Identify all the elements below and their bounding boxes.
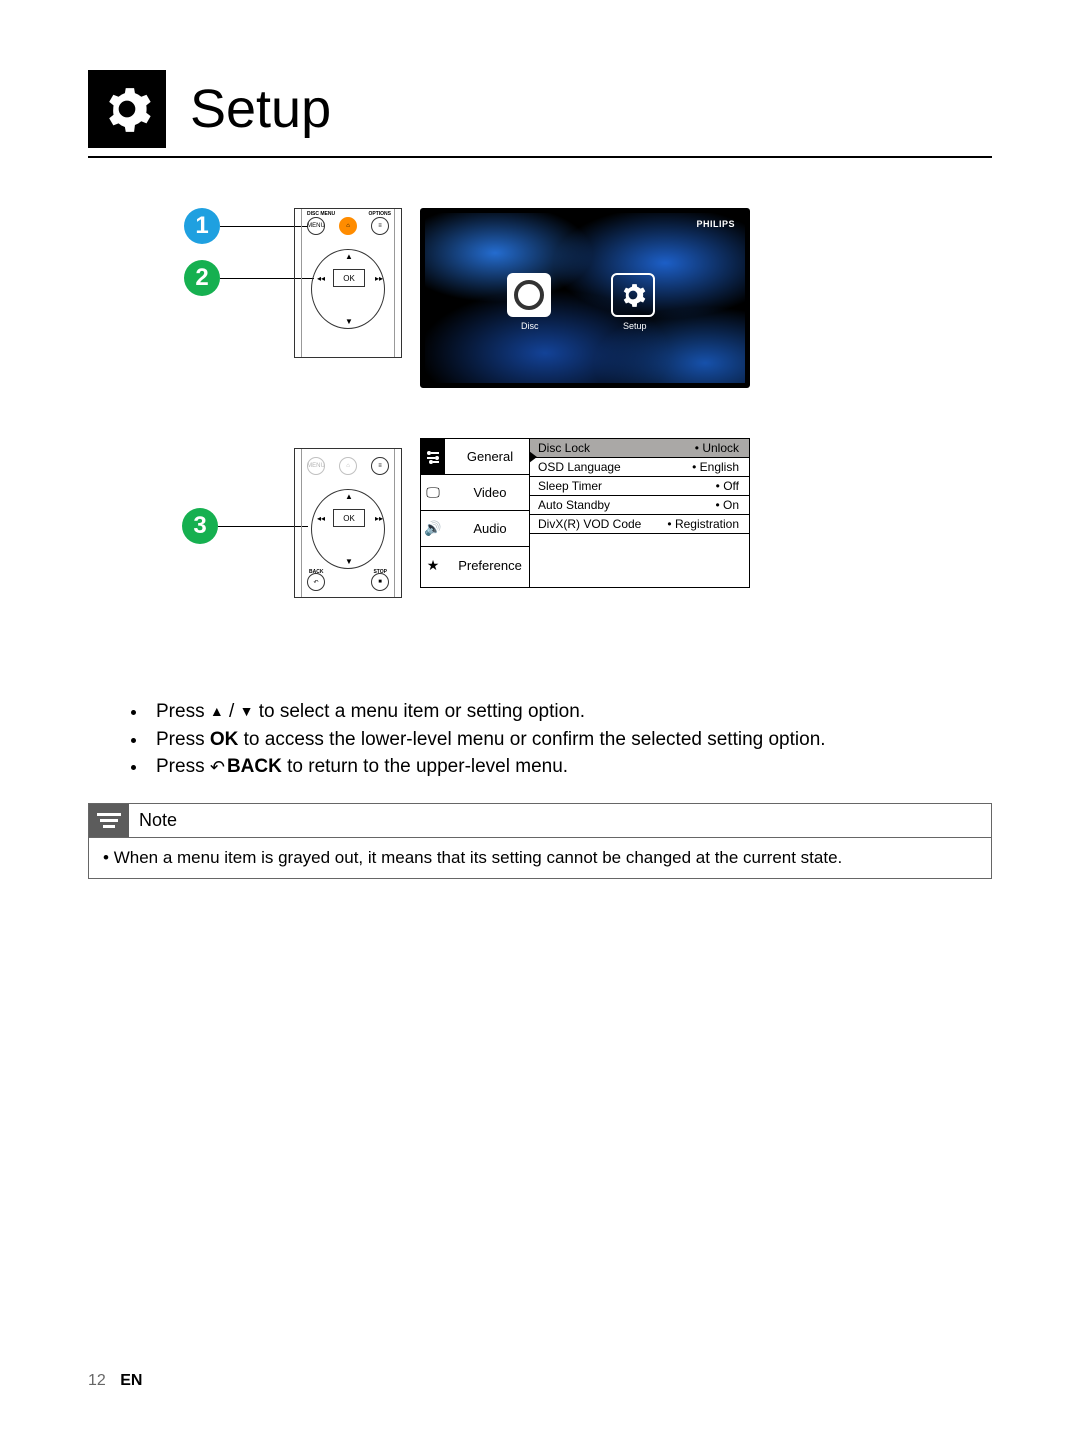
list-icon: ≡ (371, 457, 389, 475)
setup-gear-icon (611, 273, 655, 317)
sliders-icon (421, 439, 445, 475)
settings-list: Disc Lock Unlock OSD Language English Sl… (529, 439, 749, 587)
callout-1: 1 (184, 208, 220, 244)
tab-label: Preference (445, 558, 529, 573)
note-text: When a menu item is grayed out, it means… (114, 848, 843, 867)
setting-value: Unlock (695, 441, 739, 455)
instruction-item: Press OK to access the lower-level menu … (148, 726, 992, 754)
brand-label: PHILIPS (696, 219, 735, 229)
tab-label: General (445, 449, 529, 464)
setting-key: Disc Lock (538, 441, 590, 455)
setting-value: Registration (667, 517, 739, 531)
arrow-up-icon: ▲ (210, 704, 224, 718)
tab-video: 🖵 Video (421, 475, 529, 511)
settings-panel: General 🖵 Video 🔊 Audio ★ Preference Dis… (420, 438, 750, 588)
note-body: • When a menu item is grayed out, it mea… (89, 837, 991, 878)
home-icon: ⌂ (339, 457, 357, 475)
next-icon: ▸▸ (375, 514, 383, 523)
setting-row: Disc Lock Unlock (530, 439, 749, 458)
page-title: Setup (190, 78, 331, 140)
language-code: EN (120, 1372, 142, 1389)
callout-3: 3 (182, 508, 218, 544)
callout-2: 2 (184, 260, 220, 296)
monitor-icon: 🖵 (421, 475, 445, 511)
home-icon: ⌂ (339, 217, 357, 235)
remote-ok-button: OK (333, 509, 365, 527)
tab-audio: 🔊 Audio (421, 511, 529, 547)
back-icon: ↶ (307, 573, 325, 591)
tv-disc-label: Disc (521, 321, 539, 331)
setting-value: On (715, 498, 739, 512)
setting-value: Off (716, 479, 739, 493)
text: Press (156, 701, 210, 722)
ok-label: OK (210, 729, 239, 750)
setting-value: English (692, 460, 739, 474)
remote-menu-button: MENU (307, 217, 325, 235)
back-icon: ↶ (210, 754, 225, 780)
gear-icon (88, 70, 166, 148)
text: / (224, 701, 240, 722)
instruction-item: Press ↶BACK to return to the upper-level… (148, 753, 992, 781)
tab-preference: ★ Preference (421, 547, 529, 583)
page-header: Setup (88, 70, 992, 158)
setting-row: DivX(R) VOD Code Registration (530, 515, 749, 534)
setting-row: Sleep Timer Off (530, 477, 749, 496)
instruction-list: Press ▲ / ▼ to select a menu item or set… (88, 698, 992, 781)
text: to return to the upper-level menu. (282, 756, 568, 777)
remote-ok-button: OK (333, 269, 365, 287)
text: to access the lower-level menu or confir… (238, 729, 825, 750)
tab-general: General (421, 439, 529, 475)
remote-menu-button: MENU (307, 457, 325, 475)
figure-area: 1 2 3 DISC MENU OPTIONS MENU ⌂ ≡ OK ▲ ▼ … (88, 208, 992, 628)
stop-icon: ■ (371, 573, 389, 591)
settings-tabs: General 🖵 Video 🔊 Audio ★ Preference (421, 439, 529, 587)
disc-icon (507, 273, 551, 317)
tv-setup-label: Setup (623, 321, 647, 331)
page-footer: 12 EN (88, 1372, 142, 1390)
prev-icon: ◂◂ (317, 514, 325, 523)
note-title: Note (129, 810, 177, 831)
note-icon (89, 804, 129, 837)
back-label: BACK (227, 756, 282, 777)
list-icon: ≡ (371, 217, 389, 235)
prev-icon: ◂◂ (317, 274, 325, 283)
arrow-up-icon: ▲ (345, 492, 353, 501)
setting-key: Auto Standby (538, 498, 610, 512)
note-box: Note • When a menu item is grayed out, i… (88, 803, 992, 879)
arrow-down-icon: ▼ (345, 317, 353, 326)
page-number: 12 (88, 1372, 106, 1389)
speaker-icon: 🔊 (421, 511, 445, 547)
arrow-up-icon: ▲ (345, 252, 353, 261)
setting-row: OSD Language English (530, 458, 749, 477)
arrow-down-icon: ▼ (240, 704, 254, 718)
text: Press (156, 729, 210, 750)
tab-label: Video (445, 485, 529, 500)
remote-illustration-bottom: MENU ⌂ ≡ OK ▲ ▼ ◂◂ ▸▸ BACK STOP ↶ ■ (294, 448, 402, 598)
text: to select a menu item or setting option. (253, 701, 585, 722)
arrow-down-icon: ▼ (345, 557, 353, 566)
setting-row: Auto Standby On (530, 496, 749, 515)
setting-key: DivX(R) VOD Code (538, 517, 641, 531)
tv-home-screen: PHILIPS Disc Setup (420, 208, 750, 388)
next-icon: ▸▸ (375, 274, 383, 283)
tab-label: Audio (445, 521, 529, 536)
setting-key: OSD Language (538, 460, 621, 474)
remote-illustration-top: DISC MENU OPTIONS MENU ⌂ ≡ OK ▲ ▼ ◂◂ ▸▸ (294, 208, 402, 358)
instruction-item: Press ▲ / ▼ to select a menu item or set… (148, 698, 992, 726)
star-icon: ★ (421, 547, 445, 583)
setting-key: Sleep Timer (538, 479, 602, 493)
text: Press (156, 756, 210, 777)
